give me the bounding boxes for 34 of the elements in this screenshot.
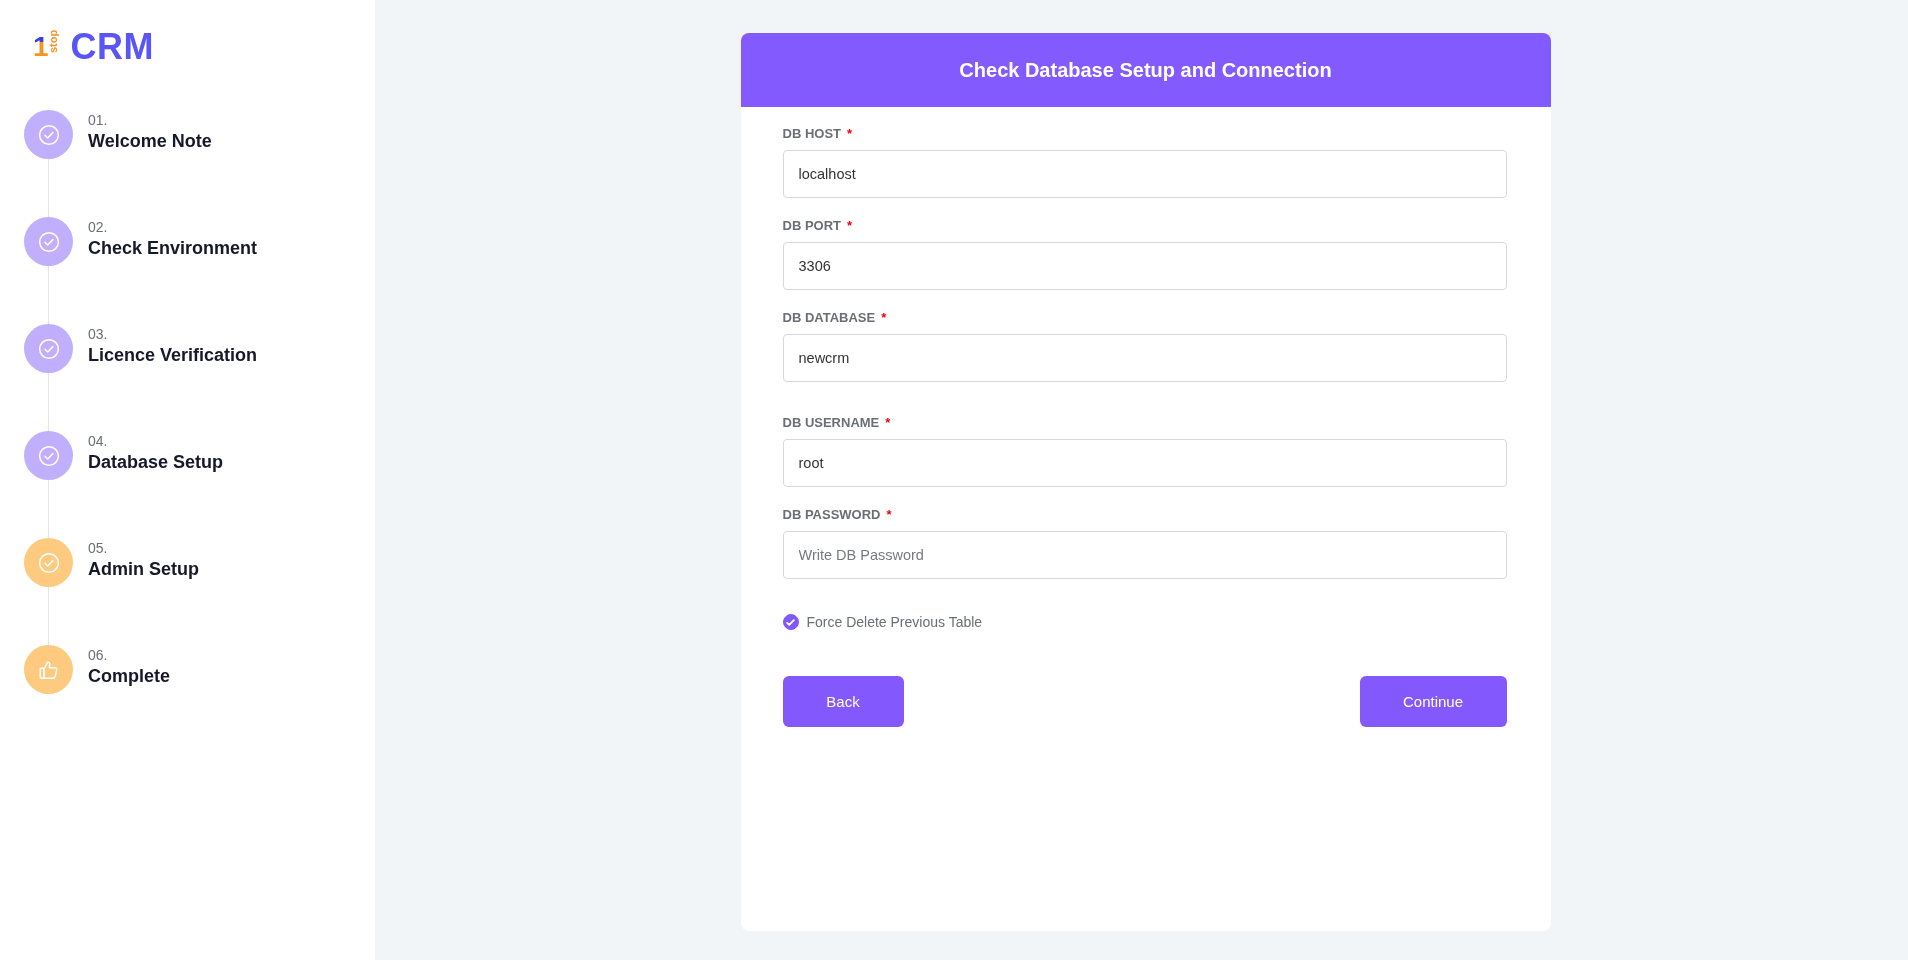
card-title: Check Database Setup and Connection <box>959 58 1332 82</box>
step-title: Complete <box>88 665 170 688</box>
step-number: 02. <box>88 219 108 236</box>
continue-button[interactable]: Continue <box>1359 676 1507 727</box>
input-field[interactable]: newcrm <box>782 334 1507 382</box>
step-number: 06. <box>88 647 108 664</box>
input-field[interactable]: 3306 <box>782 242 1507 290</box>
step-title: Database Setup <box>88 451 224 474</box>
input-field[interactable]: root <box>782 439 1507 487</box>
required-mark: * <box>881 309 887 325</box>
step-title: Licence Verification <box>88 344 258 367</box>
check-icon <box>786 618 795 626</box>
input-field[interactable]: Write DB Password <box>782 531 1507 579</box>
checkbox-label[interactable]: Force Delete Previous Table <box>806 614 983 630</box>
step-number: 04. <box>88 433 108 450</box>
field-label: DB PORT <box>782 217 841 233</box>
field-label: DB PASSWORD <box>782 506 881 522</box>
field-label: DB HOST <box>782 125 841 141</box>
back-button[interactable]: Back <box>782 676 904 727</box>
step-number: 03. <box>88 326 108 343</box>
logo-text: CRM <box>70 30 155 64</box>
step-title: Admin Setup <box>88 558 199 581</box>
required-mark: * <box>847 217 853 233</box>
checkbox[interactable] <box>782 614 799 630</box>
input-field[interactable]: localhost <box>782 150 1507 198</box>
step-number: 01. <box>88 112 108 129</box>
required-mark: * <box>847 125 853 141</box>
required-mark: * <box>885 414 891 430</box>
field-label: DB DATABASE <box>782 309 876 325</box>
step-number: 05. <box>88 540 108 557</box>
step-title: Check Environment <box>88 237 258 260</box>
field-label: DB USERNAME <box>782 414 880 430</box>
step-title: Welcome Note <box>88 130 212 153</box>
required-mark: * <box>886 506 892 522</box>
